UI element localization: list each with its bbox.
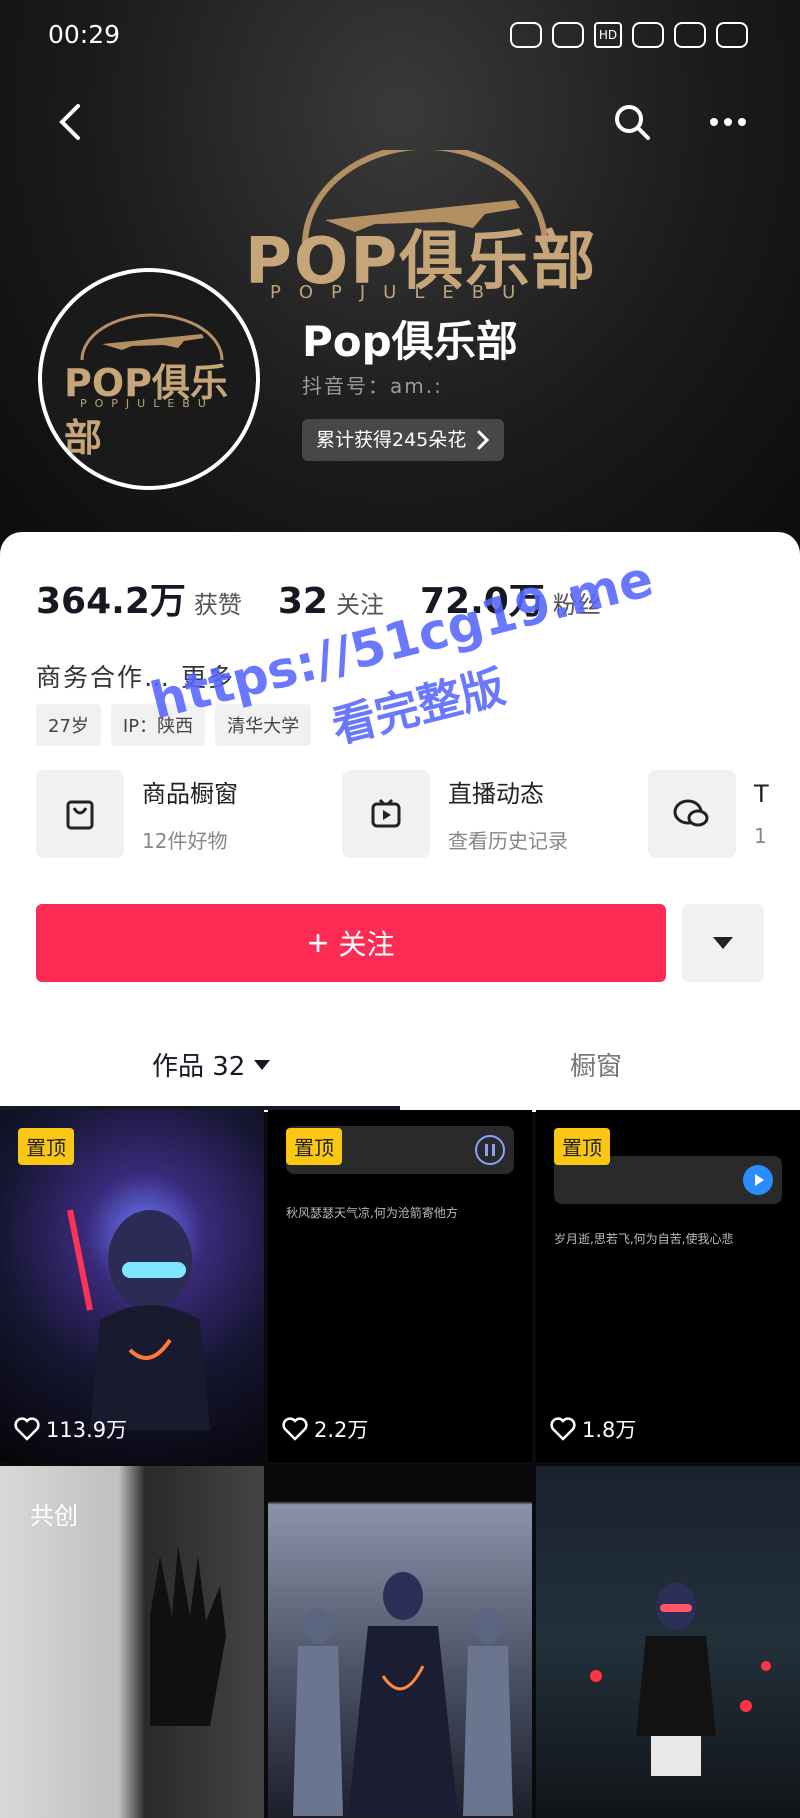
search-icon bbox=[615, 105, 650, 140]
video-thumbnail-figure bbox=[590, 1582, 771, 1776]
video-tile[interactable] bbox=[268, 1466, 532, 1818]
bio-business[interactable]: 商务合作… 更多 bbox=[36, 658, 235, 694]
heart-icon bbox=[282, 1417, 308, 1441]
video-likes: 2.2万 bbox=[282, 1414, 368, 1444]
status-icon-1 bbox=[510, 22, 542, 48]
profile-header: 00:29 HD POP俱乐部 POPJULEBU POP俱乐部 POPJULE… bbox=[0, 0, 800, 560]
heart-icon bbox=[14, 1417, 40, 1441]
followers-label[interactable]: 粉丝 bbox=[553, 585, 601, 620]
entry-live[interactable]: 直播动态 查看历史记录 bbox=[342, 770, 648, 858]
stats-row: 364.2万 获赞 32 关注 72.0万 粉丝 bbox=[36, 572, 629, 624]
entry-chat[interactable]: T 1 bbox=[648, 770, 800, 858]
chevron-right-icon bbox=[477, 430, 490, 450]
entry-chat-title: T bbox=[754, 780, 769, 808]
caret-down-icon bbox=[254, 1059, 271, 1070]
follow-label: 关注 bbox=[338, 929, 395, 960]
video-tile[interactable]: 共创 bbox=[0, 1466, 264, 1818]
chat-icon bbox=[648, 770, 736, 858]
video-tile[interactable]: 置顶 秋风瑟瑟天气凉,何为沧箭寄他方 2.2万 bbox=[268, 1110, 532, 1462]
video-likes: 1.8万 bbox=[550, 1414, 636, 1444]
avatar-logo-subtext: POPJULEBU bbox=[80, 397, 214, 410]
profile-tabs: 作品 32 橱窗 bbox=[0, 1028, 800, 1112]
video-likes: 113.9万 bbox=[14, 1414, 127, 1444]
video-tile[interactable]: 置顶 岁月逝,思若飞,何为自苦,使我心悲 1.8万 bbox=[536, 1110, 800, 1462]
caret-down-icon bbox=[713, 937, 733, 949]
likes-count: 364.2万 bbox=[36, 581, 186, 622]
status-time: 00:29 bbox=[48, 20, 121, 49]
profile-tags: 27岁 IP：陕西 清华大学 bbox=[36, 704, 312, 746]
entry-shop-sub: 12件好物 bbox=[142, 829, 228, 853]
status-icon-3 bbox=[632, 22, 664, 48]
tag-school[interactable]: 清华大学 bbox=[215, 704, 312, 746]
banner-logo-subtext: POPJULEBU bbox=[270, 282, 534, 303]
pause-icon bbox=[475, 1135, 505, 1165]
status-icon-4 bbox=[674, 22, 706, 48]
avatar[interactable]: POP俱乐部 POPJULEBU bbox=[38, 268, 260, 490]
video-thumbnail-figures bbox=[293, 1572, 513, 1816]
entry-live-title: 直播动态 bbox=[448, 780, 544, 808]
more-menu-button[interactable] bbox=[706, 100, 750, 148]
video-tile[interactable]: 置顶 113.9万 bbox=[0, 1110, 264, 1462]
likes-label[interactable]: 获赞 bbox=[194, 585, 242, 620]
douyin-id: 抖音号：am.: bbox=[302, 374, 443, 398]
tag-ip: IP：陕西 bbox=[110, 704, 206, 746]
entry-shop-title: 商品橱窗 bbox=[142, 780, 238, 808]
following-label[interactable]: 关注 bbox=[336, 585, 384, 620]
tab-works[interactable]: 作品 32 bbox=[152, 1046, 271, 1083]
entry-chat-sub: 1 bbox=[754, 824, 767, 848]
video-thumbnail-figure bbox=[67, 1209, 210, 1430]
search-button[interactable] bbox=[612, 100, 652, 148]
shopping-bag-icon bbox=[36, 770, 124, 858]
live-icon bbox=[342, 770, 430, 858]
hd-icon: HD bbox=[594, 22, 622, 48]
flowers-badge[interactable]: 累计获得245朵花 bbox=[302, 419, 505, 461]
heart-icon bbox=[550, 1417, 576, 1441]
video-caption: 共创 bbox=[30, 1502, 78, 1530]
video-tile[interactable] bbox=[536, 1466, 800, 1818]
video-likes-count: 113.9万 bbox=[46, 1418, 128, 1442]
back-button[interactable] bbox=[54, 100, 86, 148]
entry-live-sub: 查看历史记录 bbox=[448, 829, 568, 853]
following-count: 32 bbox=[277, 581, 328, 622]
follow-options-button[interactable] bbox=[682, 904, 764, 982]
video-caption: 岁月逝,思若飞,何为自苦,使我心悲 bbox=[554, 1232, 734, 1246]
status-icon-2 bbox=[552, 22, 584, 48]
entry-shop-window[interactable]: 商品橱窗 12件好物 bbox=[36, 770, 342, 858]
pinned-badge: 置顶 bbox=[286, 1128, 342, 1165]
video-grid: 置顶 113.9万 置顶 秋风瑟瑟天气凉,何为沧箭寄他方 2.2万 置顶 岁月逝… bbox=[0, 1110, 800, 1818]
play-icon bbox=[743, 1165, 773, 1195]
video-caption: 秋风瑟瑟天气凉,何为沧箭寄他方 bbox=[286, 1206, 458, 1220]
video-thumbnail-hand bbox=[150, 1546, 226, 1726]
nickname: Pop俱乐部 bbox=[302, 317, 518, 366]
tab-works-label: 作品 32 bbox=[152, 1052, 246, 1082]
profile-info-sheet: 364.2万 获赞 32 关注 72.0万 粉丝 商务合作… 更多 27岁 IP… bbox=[0, 532, 800, 1112]
status-icons: HD bbox=[510, 22, 748, 48]
video-likes-count: 2.2万 bbox=[314, 1418, 369, 1442]
follow-button[interactable]: + 关注 bbox=[36, 904, 666, 982]
pinned-badge: 置顶 bbox=[18, 1128, 74, 1165]
pinned-badge: 置顶 bbox=[554, 1128, 610, 1165]
tag-age: 27岁 bbox=[36, 704, 101, 746]
tab-shop-window[interactable]: 橱窗 bbox=[570, 1046, 622, 1083]
status-icon-5 bbox=[716, 22, 748, 48]
flowers-label: 累计获得245朵花 bbox=[316, 429, 467, 451]
followers-count: 72.0万 bbox=[419, 581, 545, 622]
entry-row: 商品橱窗 12件好物 直播动态 查看历史记录 T 1 bbox=[36, 770, 800, 858]
plus-icon: + bbox=[307, 922, 329, 963]
video-likes-count: 1.8万 bbox=[582, 1418, 637, 1442]
more-icon bbox=[710, 118, 746, 126]
